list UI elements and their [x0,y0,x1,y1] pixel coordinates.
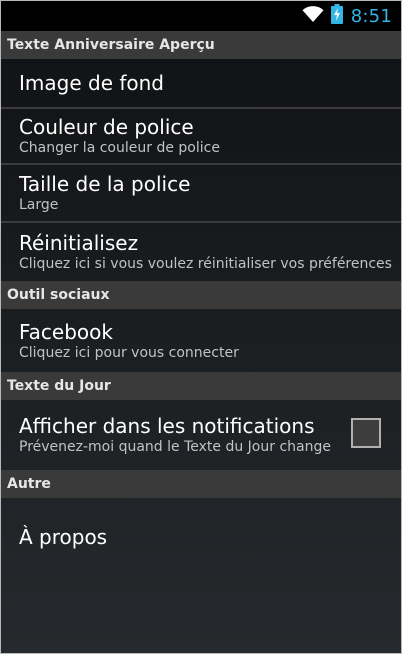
section-header-daily-text: Texte du Jour [1,372,401,400]
pref-title: Couleur de police [19,115,194,139]
clock: 8:51 [350,5,392,27]
pref-summary: Prévenez-moi quand le Texte du Jour chan… [19,439,331,455]
wifi-icon [302,5,324,27]
pref-title: À propos [19,525,108,549]
section-header-other: Autre [1,470,401,498]
status-bar: 8:51 [1,1,401,31]
pref-summary: Cliquez ici pour vous connecter [19,344,239,361]
pref-font-size[interactable]: Taille de la police Large [1,165,401,221]
pref-show-notifications[interactable]: Afficher dans les notifications Prévenez… [1,400,401,470]
pref-summary: Changer la couleur de police [19,140,220,156]
pref-summary: Cliquez ici si vous voulez réinitialiser… [19,256,392,272]
pref-title: Image de fond [19,71,164,95]
pref-title: Facebook [19,319,113,344]
section-header-social: Outil sociaux [1,281,401,309]
pref-summary: Large [19,197,59,213]
pref-title: Taille de la police [19,172,191,196]
notifications-checkbox[interactable] [351,418,381,448]
pref-about[interactable]: À propos [1,498,401,576]
pref-reset[interactable]: Réinitialisez Cliquez ici si vous voulez… [1,223,401,281]
pref-background-image[interactable]: Image de fond [1,59,401,107]
battery-charging-icon [330,4,343,28]
settings-screen: 8:51 Texte Anniversaire Aperçu Image de … [0,0,402,654]
section-header-preview: Texte Anniversaire Aperçu [1,31,401,59]
pref-title: Réinitialisez [19,231,139,255]
pref-title: Afficher dans les notifications [19,414,315,438]
pref-font-color[interactable]: Couleur de police Changer la couleur de … [1,109,401,163]
pref-facebook[interactable]: Facebook Cliquez ici pour vous connecter [1,309,401,372]
